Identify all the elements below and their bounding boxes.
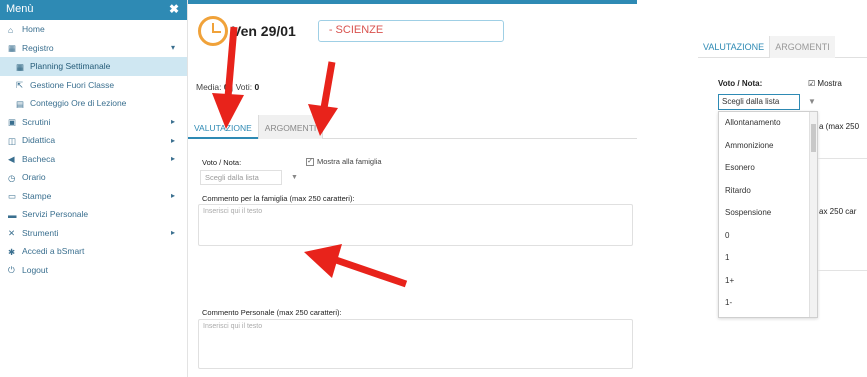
sidebar-item-label: Accedi a bSmart bbox=[22, 246, 85, 257]
commento-famiglia-label: Commento per la famiglia (max 250 caratt… bbox=[202, 194, 355, 203]
dropdown-items: Allontanamento Ammonizione Esonero Ritardo S… bbox=[719, 112, 817, 315]
sidebar-item-label: Stampe bbox=[22, 190, 52, 201]
dropdown-option[interactable]: Allontanamento bbox=[719, 112, 817, 135]
sidebar-item-didattica[interactable]: ◫ Didattica ▸ bbox=[0, 131, 187, 150]
screenshot-root: Menù ✖ ⌂ Home ▦ Registro ▾ ▦ Planning Settiman… bbox=[0, 0, 867, 377]
sidebar-item-label: Orario bbox=[22, 172, 46, 183]
chevron-right-icon[interactable]: ▸ bbox=[171, 154, 175, 163]
checkbox-icon[interactable]: ✓ bbox=[306, 157, 314, 166]
folder-icon: ▬ bbox=[8, 209, 17, 220]
voto-label: Voto / Nota: bbox=[718, 79, 763, 88]
commento-personale-label: Commento Personale (max 250 caratteri): bbox=[202, 308, 342, 317]
sidebar-item-conteggio-ore-di-lezione[interactable]: ▤ Conteggio Ore di Lezione bbox=[0, 94, 187, 113]
chevron-right-icon[interactable]: ▸ bbox=[171, 117, 175, 126]
mostra-checkbox-row[interactable]: ✓ Mostra alla famiglia bbox=[306, 157, 382, 166]
sidebar-item-home[interactable]: ⌂ Home bbox=[0, 20, 187, 39]
sidebar-item-label: Didattica bbox=[22, 135, 56, 146]
mostra-label: Mostra alla famiglia bbox=[317, 157, 382, 166]
dropdown-option[interactable]: 0 bbox=[719, 225, 817, 248]
sidebar: Menù ✖ ⌂ Home ▦ Registro ▾ ▦ Planning Settiman… bbox=[0, 0, 188, 377]
tab-valutazione[interactable]: VALUTAZIONE bbox=[698, 36, 769, 58]
sidebar-item-label: Home bbox=[22, 24, 45, 35]
printer-icon: ▭ bbox=[8, 191, 17, 202]
book-icon: ◫ bbox=[8, 135, 17, 146]
sidebar-item-stampe[interactable]: ▭ Stampe ▸ bbox=[0, 187, 187, 206]
sidebar-item-accedi-a-bsmart[interactable]: ✱ Accedi a bSmart bbox=[0, 242, 187, 261]
voto-select[interactable]: Scegli dalla lista bbox=[718, 94, 800, 110]
sidebar-item-label: Registro bbox=[22, 42, 54, 53]
chevron-right-icon[interactable]: ▸ bbox=[171, 136, 175, 145]
dropdown-option[interactable]: 1+ bbox=[719, 270, 817, 293]
chevron-down-icon[interactable]: ▼ bbox=[291, 174, 298, 181]
sidebar-item-label: Bacheca bbox=[22, 153, 56, 164]
dropdown-option[interactable]: 1 bbox=[719, 247, 817, 270]
commento-famiglia-textarea[interactable]: Inserisci qui il testo bbox=[198, 204, 633, 246]
commento-famiglia-label-partial: a (max 250 bbox=[819, 122, 860, 131]
dropdown-option[interactable]: Esonero bbox=[719, 157, 817, 180]
sidebar-item-label: Strumenti bbox=[22, 227, 59, 238]
sidebar-item-label: Servizi Personale bbox=[22, 209, 89, 220]
sidebar-item-servizi-personale[interactable]: ▬ Servizi Personale bbox=[0, 205, 187, 224]
sidebar-item-label: Conteggio Ore di Lezione bbox=[30, 98, 127, 109]
top-accent-bar bbox=[188, 0, 637, 4]
right-screen: VALUTAZIONE ARGOMENTI Voto / Nota: ☑ Mos… bbox=[698, 0, 867, 377]
sidebar-item-label: Logout bbox=[22, 264, 48, 275]
close-icon[interactable]: ✖ bbox=[169, 2, 179, 16]
mostra-label: Mostra bbox=[817, 79, 842, 88]
dropdown-option[interactable]: Ammonizione bbox=[719, 135, 817, 158]
commento-personale-textarea[interactable]: Inserisci qui il testo bbox=[198, 319, 633, 369]
divider bbox=[818, 270, 867, 271]
sidebar-item-registro[interactable]: ▦ Registro ▾ bbox=[0, 39, 187, 58]
voto-dropdown-list: Allontanamento Ammonizione Esonero Ritardo S… bbox=[718, 111, 818, 318]
sidebar-item-strumenti[interactable]: ✕ Strumenti ▸ bbox=[0, 224, 187, 243]
megaphone-icon: ◀ bbox=[8, 154, 15, 165]
sidebar-item-gestione-fuori-classe[interactable]: ⇱ Gestione Fuori Classe bbox=[0, 76, 187, 95]
sidebar-item-label: Gestione Fuori Classe bbox=[30, 79, 115, 90]
red-arrow-icon bbox=[212, 26, 244, 129]
red-arrow-icon bbox=[308, 61, 338, 136]
chevron-down-icon[interactable]: ▼ bbox=[808, 97, 816, 106]
scrollbar-thumb[interactable] bbox=[811, 124, 816, 152]
dropdown-scrollbar[interactable] bbox=[809, 112, 817, 317]
divider bbox=[818, 158, 867, 159]
calendar-icon: ▦ bbox=[16, 61, 25, 72]
sidebar-item-bacheca[interactable]: ◀ Bacheca ▸ bbox=[0, 150, 187, 169]
sidebar-item-scrutini[interactable]: ▣ Scrutini ▸ bbox=[0, 113, 187, 132]
dropdown-option[interactable]: Ritardo bbox=[719, 180, 817, 203]
right-tab-bar: VALUTAZIONE ARGOMENTI bbox=[698, 36, 867, 58]
chevron-right-icon[interactable]: ▸ bbox=[171, 191, 175, 200]
sidebar-item-logout[interactable]: ⏻ Logout bbox=[0, 261, 187, 280]
tools-icon: ✕ bbox=[8, 228, 16, 239]
logout-icon: ⏻ bbox=[8, 265, 15, 276]
mostra-checkbox-row[interactable]: ☑ Mostra bbox=[808, 79, 842, 88]
tab-argomenti[interactable]: ARGOMENTI bbox=[769, 36, 835, 58]
sidebar-title: Menù bbox=[6, 3, 34, 15]
dropdown-option[interactable]: Sospensione bbox=[719, 202, 817, 225]
document-icon: ▣ bbox=[8, 117, 17, 128]
sidebar-item-planning-settimanale[interactable]: ▦ Planning Settimanale bbox=[0, 57, 187, 76]
chevron-down-icon[interactable]: ▾ bbox=[171, 43, 175, 52]
subject-field[interactable]: - SCIENZE bbox=[317, 20, 504, 42]
red-arrow-icon bbox=[304, 244, 408, 288]
calendar-icon: ▦ bbox=[8, 43, 17, 54]
voto-label: Voto / Nota: bbox=[202, 158, 242, 167]
voto-select[interactable]: Scegli dalla lista bbox=[200, 170, 282, 185]
checkbox-icon[interactable]: ☑ bbox=[808, 79, 815, 88]
dropdown-option[interactable]: 1- bbox=[719, 292, 817, 315]
home-icon: ⌂ bbox=[8, 24, 14, 35]
sidebar-item-label: Planning Settimanale bbox=[30, 61, 111, 72]
sidebar-item-label: Scrutini bbox=[22, 116, 51, 127]
star-icon: ✱ bbox=[8, 246, 16, 257]
external-link-icon: ⇱ bbox=[16, 80, 24, 91]
commento-personale-label-partial: ax 250 car bbox=[819, 207, 857, 216]
sidebar-menu: ⌂ Home ▦ Registro ▾ ▦ Planning Settimanale ⇱ Ges… bbox=[0, 20, 187, 279]
sidebar-header: Menù ✖ bbox=[0, 0, 187, 20]
left-screen: Menù ✖ ⌂ Home ▦ Registro ▾ ▦ Planning Settiman… bbox=[0, 0, 637, 377]
clock-icon: ◷ bbox=[8, 172, 16, 183]
table-icon: ▤ bbox=[16, 98, 25, 109]
chevron-right-icon[interactable]: ▸ bbox=[171, 228, 175, 237]
sidebar-item-orario[interactable]: ◷ Orario bbox=[0, 168, 187, 187]
